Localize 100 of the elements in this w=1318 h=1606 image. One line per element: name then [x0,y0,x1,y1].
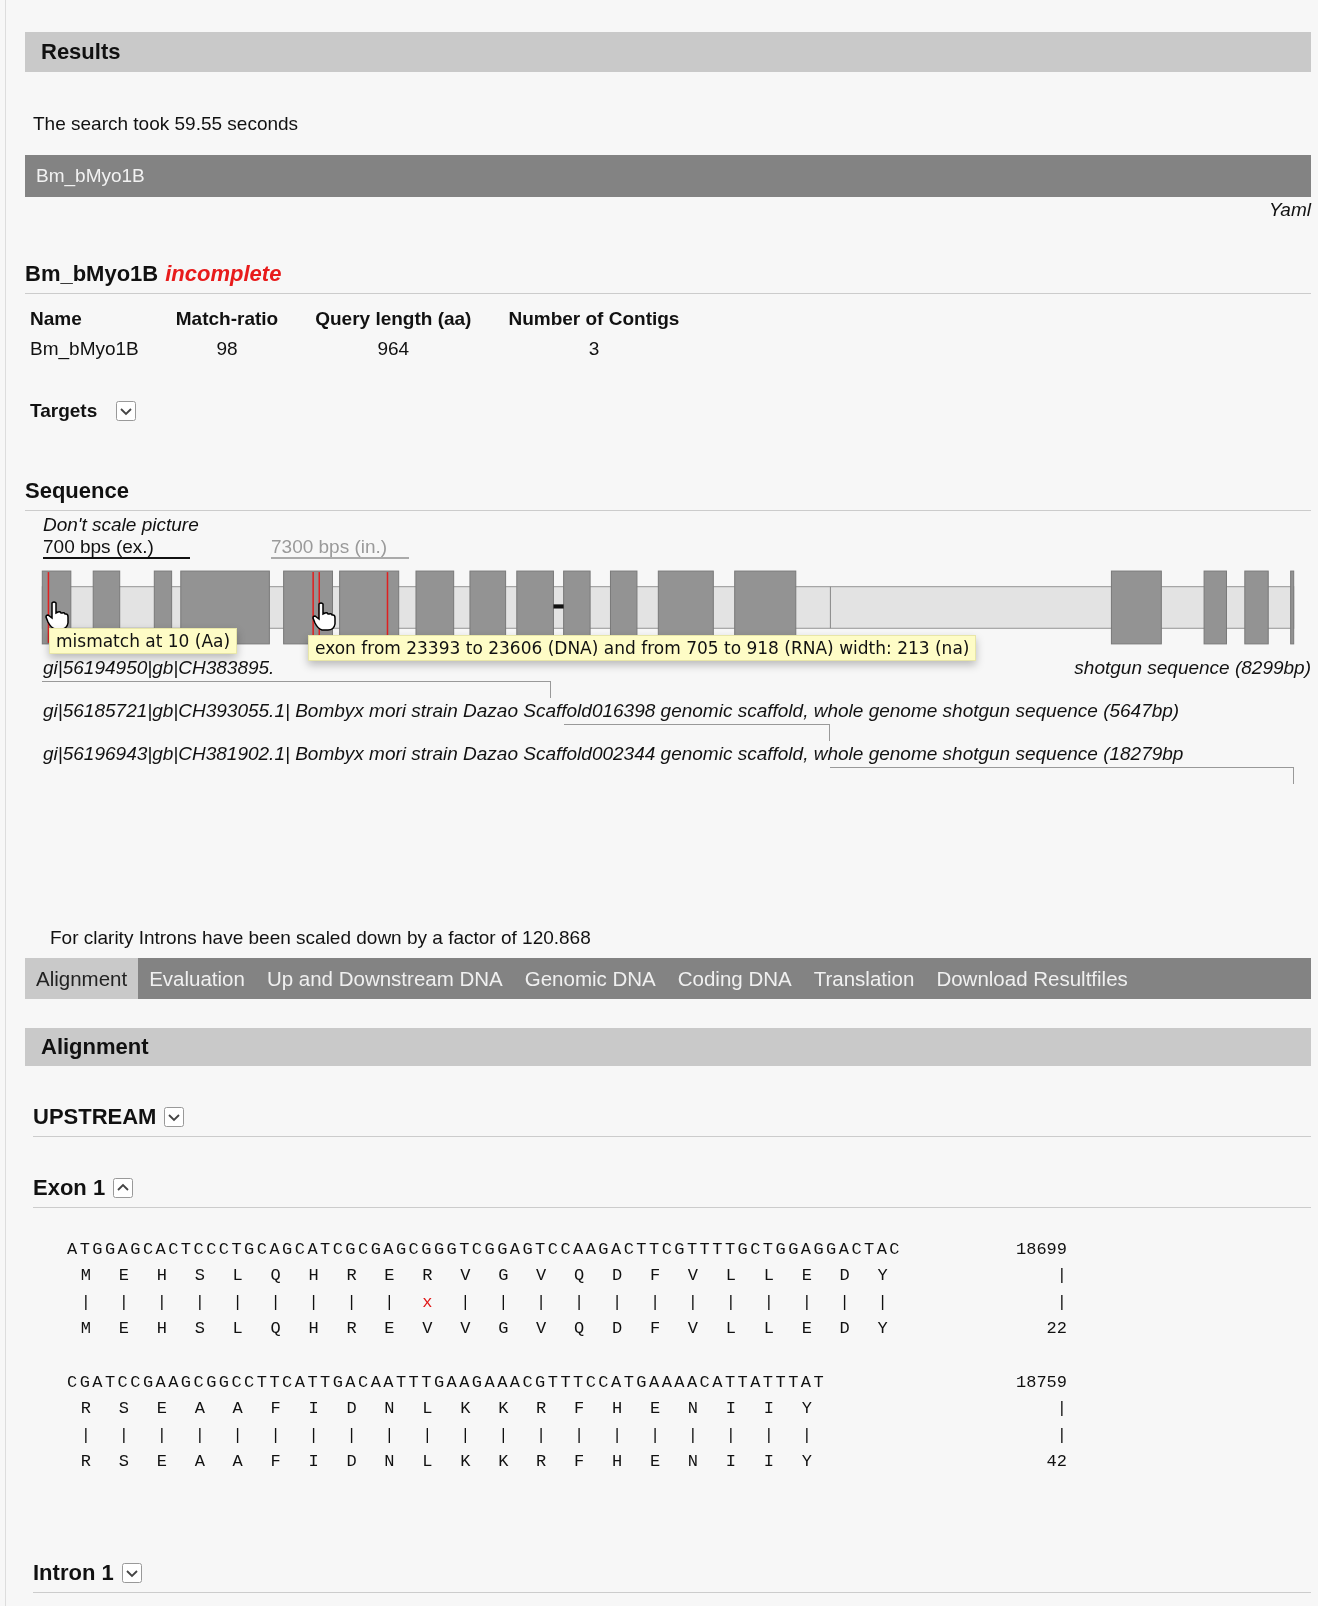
tab[interactable]: Translation [802,958,926,999]
amino-acid: G [497,1319,510,1339]
amino-acid: L [724,1319,737,1339]
amino-acid: V [535,1319,548,1339]
amino-acid: R [79,1452,93,1472]
column-header: Number of Contigs [507,307,681,331]
sequence-heading: Sequence [25,478,1311,511]
amino-acid: S [193,1266,206,1286]
expand-toggle-icon[interactable] [121,1563,142,1583]
table-cell-text: Bm_bMyo1B [29,337,140,362]
amino-acid: Y [800,1399,813,1419]
amino-acid: E [117,1319,130,1339]
amino-acid: Y [876,1266,889,1286]
tab[interactable]: Coding DNA [666,958,803,999]
amino-acid: N [686,1399,700,1419]
match-mark: x [421,1292,434,1312]
amino-acid: A [193,1399,206,1419]
amino-acid: N [383,1452,396,1472]
amino-acid: G [497,1266,510,1286]
amino-acid: I [307,1399,320,1419]
amino-acid: L [762,1266,775,1286]
amino-acid: H [307,1319,320,1339]
query-bar[interactable]: Bm_bMyo1B [25,155,1311,197]
amino-acid: R [79,1399,93,1419]
tab[interactable]: Evaluation [138,958,256,999]
amino-acid: Q [269,1266,282,1286]
match-mark: | [307,1425,320,1445]
amino-acid: F [648,1319,662,1339]
table-cell-text: 98 [215,337,239,361]
match-mark: | [459,1292,472,1312]
match-mark: | [383,1292,396,1312]
match-mark: | [648,1425,662,1445]
match-mark: | [535,1292,548,1312]
contig-label: gi|56194950|gb|CH383895. [43,656,275,680]
match-mark: | [269,1425,282,1445]
tooltip: exon from 23393 to 23606 (DNA) and from 705 to 918 (RNA) width: 213 (na) [308,635,977,661]
match-mark: | [383,1425,396,1445]
tab[interactable]: Up and Downstream DNA [255,958,514,999]
exon-scale-bar: 700 bps (ex.) [43,537,190,559]
tab[interactable]: Alignment [25,958,139,999]
match-mark: | [497,1425,510,1445]
match-mark: | [762,1425,775,1445]
expand-toggle-icon[interactable] [113,1178,134,1198]
match-mark: | [79,1292,93,1312]
amino-acid: K [459,1452,472,1472]
search-time-text: The search took 59.55 seconds [33,112,300,136]
expand-toggle-icon[interactable] [164,1107,185,1127]
match-mark: | [686,1425,700,1445]
amino-acid: F [573,1452,586,1472]
match-mark: | [686,1292,700,1312]
position-tick: | [1056,1425,1067,1445]
match-mark: | [345,1425,358,1445]
match-mark: | [79,1425,93,1445]
amino-acid: S [193,1319,206,1339]
amino-acid: L [724,1266,737,1286]
tab[interactable]: Genomic DNA [513,958,667,999]
match-mark: | [724,1292,737,1312]
amino-acid: M [79,1266,93,1286]
match-mark: | [117,1292,130,1312]
match-mark: | [800,1425,813,1445]
amino-acid: N [383,1399,396,1419]
amino-acid: F [573,1399,586,1419]
amino-acid: E [155,1452,168,1472]
amino-acid: R [345,1319,358,1339]
match-mark: | [193,1292,206,1312]
amino-acid: R [535,1399,548,1419]
section-title: UPSTREAM [33,1104,157,1130]
match-mark: | [155,1292,168,1312]
amino-acid: S [117,1399,130,1419]
amino-acid: D [345,1399,358,1419]
match-mark: | [345,1292,358,1312]
expand-toggle-icon[interactable] [116,401,137,421]
amino-acid: N [686,1452,700,1472]
amino-acid: E [800,1266,813,1286]
amino-acid: I [724,1452,737,1472]
match-mark: | [762,1292,775,1312]
table-cell-text: 964 [376,337,411,361]
match-mark: | [231,1425,244,1445]
intron-scale-bar: 7300 bps (in.) [271,537,410,559]
amino-acid: E [155,1399,168,1419]
gene-status: incomplete [165,261,282,287]
match-mark: | [497,1292,510,1312]
table-cell-text: 3 [587,337,601,361]
match-mark: | [155,1425,168,1445]
amino-acid: Y [800,1452,813,1472]
match-mark: | [838,1292,851,1312]
amino-acid: Y [876,1319,889,1339]
match-mark: | [269,1292,282,1312]
match-mark: | [724,1425,737,1445]
contig-label: gi|56196943|gb|CH381902.1| Bombyx mori strain Dazao Scaffold002344 genomic scaffold, whole genome shotgun sequence (18279bp [43,742,1184,766]
amino-acid: M [79,1319,93,1339]
amino-acid: Q [269,1319,282,1339]
amino-acid: F [648,1266,662,1286]
match-mark: | [307,1292,320,1312]
match-mark: | [573,1425,586,1445]
yaml-link[interactable]: Yaml [1269,197,1311,223]
position-number: 18759 [1016,1372,1067,1392]
amino-acid: A [231,1399,244,1419]
column-header: Query length (aa) [314,307,473,331]
tab[interactable]: Download Resultfiles [925,958,1139,999]
